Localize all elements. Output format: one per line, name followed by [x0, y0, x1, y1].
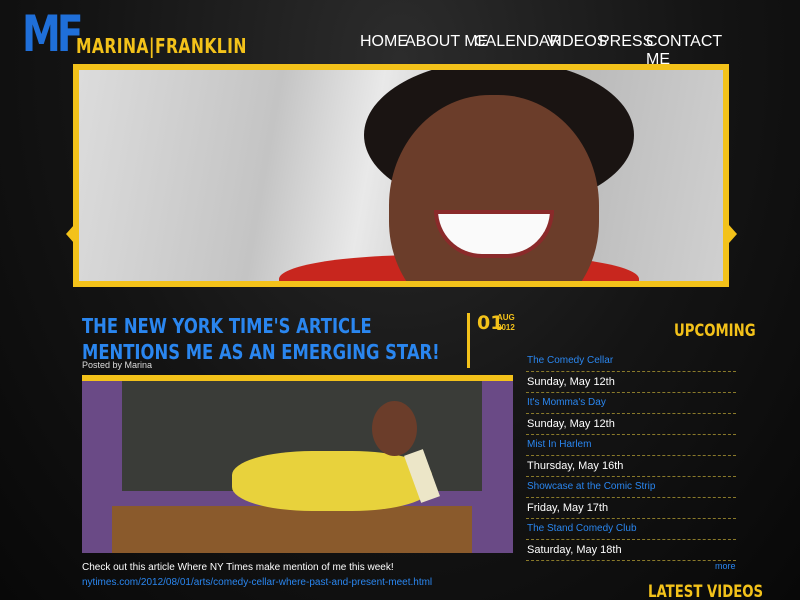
post-title[interactable]: THE NEW YORK TIME'S ARTICLE MENTIONS ME … — [82, 313, 459, 365]
post-article-link[interactable]: nytimes.com/2012/08/01/arts/comedy-cella… — [82, 577, 432, 588]
logo-mark: MF — [22, 5, 84, 63]
event-date-row: Sunday, May 12th — [526, 414, 736, 435]
event-date: Saturday, May 18th — [527, 544, 622, 556]
post-body-text: Check out this article Where NY Times ma… — [82, 562, 394, 573]
post-date-month: AUG — [497, 313, 515, 322]
upcoming-events-list: The Comedy Cellar Sunday, May 12th It's … — [526, 351, 736, 561]
event-date: Thursday, May 16th — [527, 460, 624, 472]
event-name[interactable]: Showcase at the Comic Strip — [527, 481, 655, 492]
event-date: Friday, May 17th — [527, 502, 609, 514]
event-name-row[interactable]: The Stand Comedy Club — [526, 519, 736, 540]
logo-name: MARINA|FRANKLIN — [76, 34, 247, 58]
post-image — [82, 375, 513, 553]
post-date-year: 2012 — [497, 323, 515, 332]
event-name-row[interactable]: Mist In Harlem — [526, 435, 736, 456]
post-body: Check out this article Where NY Times ma… — [82, 560, 502, 590]
event-date-row: Sunday, May 12th — [526, 372, 736, 393]
event-date-row: Friday, May 17th — [526, 498, 736, 519]
event-date: Sunday, May 12th — [527, 376, 615, 388]
main-nav: HOME ABOUT ME CALENDAR VIDEOS PRESS CONT… — [360, 33, 730, 68]
more-events-link[interactable]: more — [715, 561, 736, 571]
event-date: Sunday, May 12th — [527, 418, 615, 430]
date-divider — [467, 313, 470, 368]
event-name-row[interactable]: Showcase at the Comic Strip — [526, 477, 736, 498]
post-author: Posted by Marina — [82, 360, 153, 370]
nav-home[interactable]: HOME — [360, 33, 408, 51]
event-name-row[interactable]: It's Momma's Day — [526, 393, 736, 414]
event-name[interactable]: It's Momma's Day — [527, 397, 606, 408]
event-date-row: Saturday, May 18th — [526, 540, 736, 561]
hero-slider-image — [73, 64, 729, 287]
event-name[interactable]: The Stand Comedy Club — [527, 523, 637, 534]
event-name-row[interactable]: The Comedy Cellar — [526, 351, 736, 372]
event-name[interactable]: Mist In Harlem — [527, 439, 591, 450]
latest-videos-heading: LATEST VIDEOS — [648, 582, 764, 600]
upcoming-heading: UPCOMING — [674, 321, 756, 341]
slider-next-arrow-icon[interactable] — [729, 225, 737, 243]
event-name[interactable]: The Comedy Cellar — [527, 355, 613, 366]
event-date-row: Thursday, May 16th — [526, 456, 736, 477]
